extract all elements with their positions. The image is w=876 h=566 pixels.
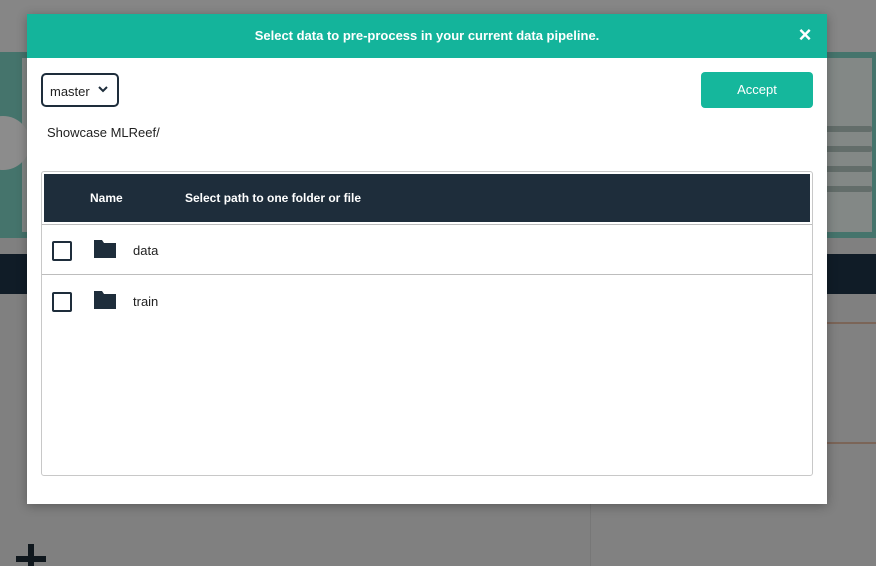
row-name[interactable]: train [133,294,158,309]
accept-button[interactable]: Accept [701,72,813,108]
branch-select[interactable]: master [41,73,119,107]
branch-select-value: master [50,84,90,99]
table-row[interactable]: data [42,224,812,275]
folder-icon [94,240,116,258]
folder-icon [94,291,116,309]
breadcrumb[interactable]: Showcase MLReef/ [47,125,160,140]
modal-header: Select data to pre-process in your curre… [27,14,827,58]
select-data-modal: Select data to pre-process in your curre… [27,14,827,504]
table-row[interactable]: train [42,276,812,327]
chevron-down-icon [98,86,108,93]
row-name[interactable]: data [133,243,158,258]
row-checkbox[interactable] [52,292,72,312]
column-header-path: Select path to one folder or file [185,191,362,205]
row-checkbox[interactable] [52,241,72,261]
close-icon[interactable]: × [795,24,815,46]
modal-title: Select data to pre-process in your curre… [254,28,600,43]
column-header-name: Name [90,191,123,205]
file-table: Name Select path to one folder or file d… [41,171,813,476]
table-header: Name Select path to one folder or file [44,174,810,222]
